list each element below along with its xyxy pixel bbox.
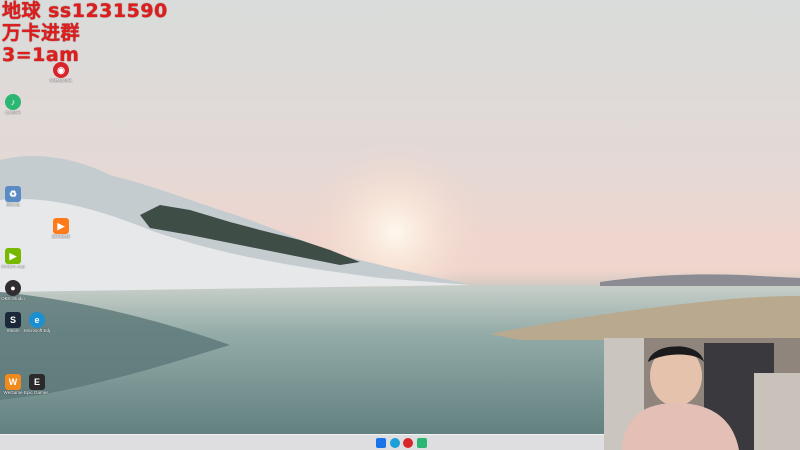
edge-icon: e <box>29 312 45 328</box>
desktop-icon-nvidia[interactable]: ▶ NVIDIA App <box>0 248 26 269</box>
desktop-icon-qq-music[interactable]: ♪ QQ音乐 <box>0 94 26 115</box>
desktop-icon-obs[interactable]: ● OBS Studio <box>0 280 26 301</box>
edge-taskbar-icon[interactable] <box>390 438 400 448</box>
recycle-bin-icon: ♻ <box>5 186 21 202</box>
streamer-camera-image <box>604 338 800 450</box>
obs-icon: ● <box>5 280 21 296</box>
steam-icon: S <box>5 312 21 328</box>
overlay-line-2: 万卡进群 <box>2 22 81 44</box>
wegame-taskbar-icon[interactable] <box>417 438 427 448</box>
desktop-icon-wegame[interactable]: W WeGame <box>0 374 26 395</box>
desktop-icon-edge[interactable]: e Microsoft Edge <box>24 312 50 333</box>
desktop-icon-tencent-video[interactable]: ▶ 腾讯视频 <box>48 218 74 239</box>
epic-icon: E <box>29 374 45 390</box>
taskbar <box>0 434 604 450</box>
qq-music-icon: ♪ <box>5 94 21 110</box>
nvidia-icon: ▶ <box>5 248 21 264</box>
overlay-line-1: 地球 ss1231590 <box>2 0 168 22</box>
wegame-icon: W <box>5 374 21 390</box>
desktop-icon-netease[interactable]: ◉ 网易云音乐 <box>48 62 74 83</box>
overlay-line-3: 3=1am <box>2 44 80 66</box>
start-button[interactable] <box>376 438 386 448</box>
desktop-icon-recycle-bin[interactable]: ♻ 回收站 <box>0 186 26 207</box>
desktop[interactable]: 地球 ss1231590 万卡进群 3=1am ♻ 回收站 ▶ NVIDIA A… <box>0 0 800 450</box>
netease-taskbar-icon[interactable] <box>403 438 413 448</box>
tencent-video-icon: ▶ <box>53 218 69 234</box>
netease-music-icon: ◉ <box>53 62 69 78</box>
desktop-icon-steam[interactable]: S Steam <box>0 312 26 333</box>
webcam-feed <box>604 338 800 450</box>
desktop-icon-epic[interactable]: E Epic Games Launcher <box>24 374 50 395</box>
stream-overlay-text: 地球 ss1231590 万卡进群 3=1am <box>2 0 168 66</box>
